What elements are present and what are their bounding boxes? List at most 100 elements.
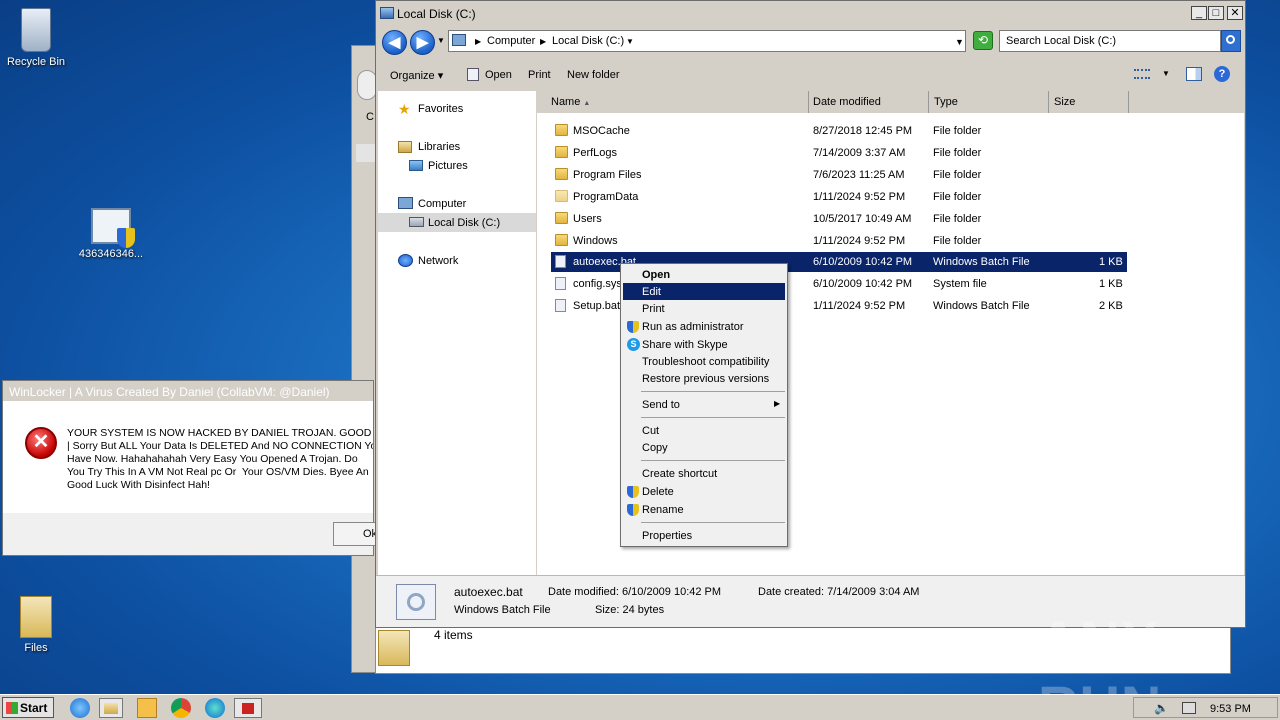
search-input[interactable]: Search Local Disk (C:) [999, 30, 1221, 52]
menu-item-delete[interactable]: Delete [623, 483, 785, 500]
menu-item-troubleshoot[interactable]: Troubleshoot compatibility [623, 353, 785, 370]
new-folder-button[interactable]: New folder [567, 69, 620, 81]
sort-ascending-icon: ▲ [583, 100, 591, 107]
winlocker-dialog[interactable]: WinLocker | A Virus Created By Daniel (C… [2, 380, 383, 556]
network-icon [398, 254, 413, 267]
nav-libraries[interactable]: Libraries [418, 141, 460, 153]
back-button[interactable]: ◀ [382, 30, 407, 55]
column-header-date[interactable]: Date modified [809, 91, 929, 113]
file-row-users[interactable]: Users 10/5/2017 10:49 AM File folder [551, 209, 1127, 229]
file-type: File folder [933, 213, 982, 225]
nav-computer[interactable]: Computer [418, 198, 466, 210]
help-icon[interactable]: ? [1214, 66, 1230, 82]
file-row-msocache[interactable]: MSOCache 8/27/2018 12:45 PM File folder [551, 121, 1127, 141]
media-player-icon[interactable] [137, 698, 157, 718]
menu-item-rename[interactable]: Rename [623, 501, 785, 518]
maximize-button[interactable]: □ [1208, 6, 1224, 20]
breadcrumb-separator-icon: ▶ [475, 37, 482, 46]
nav-local-disk[interactable]: Local Disk (C:) [428, 217, 500, 229]
details-date-modified: Date modified: 6/10/2009 10:42 PM [548, 586, 722, 598]
clock[interactable]: 9:53 PM [1210, 703, 1251, 715]
system-tray: 🔈 9:53 PM [1133, 697, 1278, 718]
search-icon[interactable] [1221, 30, 1241, 52]
nav-network[interactable]: Network [418, 255, 458, 267]
menu-item-send-to[interactable]: Send to ▶ [623, 396, 785, 413]
file-type: Windows Batch File [933, 300, 1030, 312]
forward-button[interactable]: ▶ [410, 30, 435, 55]
dialog-message-line: Good Luck With Disinfect Hah! [67, 479, 210, 491]
context-menu: Open Edit Print Run as administrator S S… [620, 263, 788, 547]
ie-icon[interactable] [70, 698, 90, 718]
menu-item-cut[interactable]: Cut [623, 422, 785, 439]
nav-favorites[interactable]: Favorites [418, 103, 463, 115]
organize-button[interactable]: Organize ▾ [390, 69, 443, 82]
windows-logo-icon [6, 702, 18, 714]
desktop-icon-files[interactable]: Files [0, 596, 76, 654]
breadcrumb-local-disk[interactable]: Local Disk (C:) [552, 35, 624, 47]
edge-icon[interactable] [205, 698, 225, 718]
file-name: config.sys [573, 278, 622, 290]
breadcrumb-computer[interactable]: Computer [487, 35, 535, 47]
address-bar: ◀ ▶ ▼ ▶ Computer ▶ Local Disk (C:) ▼ ▼ ⟲… [376, 26, 1245, 58]
column-header-name[interactable]: Name ▲ [537, 91, 809, 113]
file-date: 6/10/2009 10:42 PM [813, 278, 913, 290]
menu-item-edit[interactable]: Edit [623, 283, 785, 300]
file-row-windows[interactable]: Windows 1/11/2024 9:52 PM File folder [551, 231, 1127, 251]
navigation-pane: ★ Favorites Libraries Pictures Computer … [378, 91, 536, 575]
skype-icon: S [627, 338, 640, 351]
menu-item-print[interactable]: Print [623, 300, 785, 317]
print-button[interactable]: Print [528, 69, 551, 81]
explorer-icon[interactable] [99, 698, 123, 718]
breadcrumb-dropdown-icon[interactable]: ▼ [626, 37, 634, 46]
file-row-program-files[interactable]: Program Files 7/6/2023 11:25 AM File fol… [551, 165, 1127, 185]
start-button[interactable]: Start [2, 697, 54, 718]
desktop-icon-recycle-bin[interactable]: Recycle Bin [0, 8, 76, 68]
view-options-icon[interactable] [1134, 69, 1150, 79]
menu-separator [641, 391, 785, 392]
file-size: 1 KB [1099, 278, 1123, 290]
open-button[interactable]: Open [485, 69, 512, 81]
details-filename: autoexec.bat [454, 585, 523, 599]
chrome-icon[interactable] [171, 698, 191, 718]
network-tray-icon[interactable] [1182, 702, 1196, 714]
title-bar[interactable]: Local Disk (C:) _ □ ✕ [376, 1, 1245, 26]
menu-item-share-skype[interactable]: S Share with Skype [623, 336, 785, 353]
item-count-label: 4 items [434, 628, 473, 642]
explorer-window[interactable]: Local Disk (C:) _ □ ✕ ◀ ▶ ▼ ▶ Computer ▶… [375, 0, 1246, 628]
menu-item-properties[interactable]: Properties [623, 527, 785, 544]
file-date: 6/10/2009 10:42 PM [813, 256, 913, 268]
favorites-star-icon: ★ [398, 101, 411, 117]
file-date: 1/11/2024 9:52 PM [813, 235, 906, 247]
file-row-programdata[interactable]: ProgramData 1/11/2024 9:52 PM File folde… [551, 187, 1127, 207]
menu-item-create-shortcut[interactable]: Create shortcut [623, 465, 785, 482]
file-name: Windows [573, 235, 618, 247]
file-size: 2 KB [1099, 300, 1123, 312]
view-dropdown-icon[interactable]: ▼ [1162, 69, 1170, 78]
column-header-size[interactable]: Size [1049, 91, 1129, 113]
volume-icon[interactable]: 🔈 [1154, 701, 1169, 715]
open-icon [467, 68, 479, 81]
winlocker-app-icon[interactable] [234, 698, 262, 718]
minimize-button[interactable]: _ [1191, 6, 1207, 20]
menu-item-run-as-admin[interactable]: Run as administrator [623, 318, 785, 335]
system-file-icon [555, 277, 566, 290]
folder-icon [555, 168, 568, 180]
file-type: File folder [933, 235, 982, 247]
dialog-message-line: Have Now. Hahahahahah Very Easy You Open… [67, 453, 358, 465]
file-name: Program Files [573, 169, 642, 181]
address-dropdown-icon[interactable]: ▼ [955, 37, 964, 47]
preview-pane-icon[interactable] [1186, 67, 1202, 81]
recent-pages-icon[interactable]: ▼ [437, 36, 445, 45]
column-header-type[interactable]: Type [929, 91, 1049, 113]
refresh-icon[interactable]: ⟲ [973, 31, 993, 50]
desktop-icon-exe[interactable]: 436346346... [71, 208, 151, 260]
menu-item-copy[interactable]: Copy [623, 439, 785, 456]
address-field[interactable]: ▶ Computer ▶ Local Disk (C:) ▼ ▼ [448, 30, 966, 52]
close-button[interactable]: ✕ [1227, 6, 1243, 20]
menu-item-restore-versions[interactable]: Restore previous versions [623, 370, 785, 387]
explorer-icon [380, 7, 394, 19]
file-row-perflogs[interactable]: PerfLogs 7/14/2009 3:37 AM File folder [551, 143, 1127, 163]
uac-shield-icon [627, 321, 639, 333]
menu-item-open[interactable]: Open [623, 266, 785, 283]
nav-pictures[interactable]: Pictures [428, 160, 468, 172]
